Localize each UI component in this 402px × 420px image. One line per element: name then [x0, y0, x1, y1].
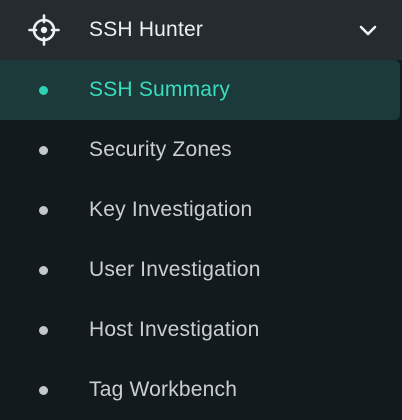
bullet-icon	[39, 206, 48, 215]
bullet-icon	[39, 146, 48, 155]
nav-item-label: Tag Workbench	[89, 378, 238, 401]
nav-item-ssh-summary[interactable]: SSH Summary	[0, 60, 400, 120]
nav-item-security-zones[interactable]: Security Zones	[0, 120, 400, 180]
sidebar-nav: SSH Summary Security Zones Key Investiga…	[0, 60, 402, 420]
bullet-icon	[39, 386, 48, 395]
bullet-icon	[39, 86, 48, 95]
nav-item-user-investigation[interactable]: User Investigation	[0, 240, 400, 300]
bullet-icon	[39, 266, 48, 275]
crosshair-icon	[28, 14, 60, 46]
nav-item-label: SSH Summary	[89, 78, 231, 101]
bullet-icon	[39, 326, 48, 335]
nav-item-label: User Investigation	[89, 258, 261, 281]
section-title: SSH Hunter	[89, 18, 204, 41]
nav-item-label: Host Investigation	[89, 318, 260, 341]
nav-item-key-investigation[interactable]: Key Investigation	[0, 180, 400, 240]
nav-item-label: Key Investigation	[89, 198, 253, 221]
nav-item-host-investigation[interactable]: Host Investigation	[0, 300, 400, 360]
nav-item-label: Security Zones	[89, 138, 232, 161]
sidebar-section-header[interactable]: SSH Hunter	[0, 0, 402, 60]
nav-item-tag-workbench[interactable]: Tag Workbench	[0, 360, 400, 420]
chevron-down-icon[interactable]	[357, 19, 379, 41]
sidebar-panel: SSH Hunter SSH Summary Security Zones Ke…	[0, 0, 402, 420]
